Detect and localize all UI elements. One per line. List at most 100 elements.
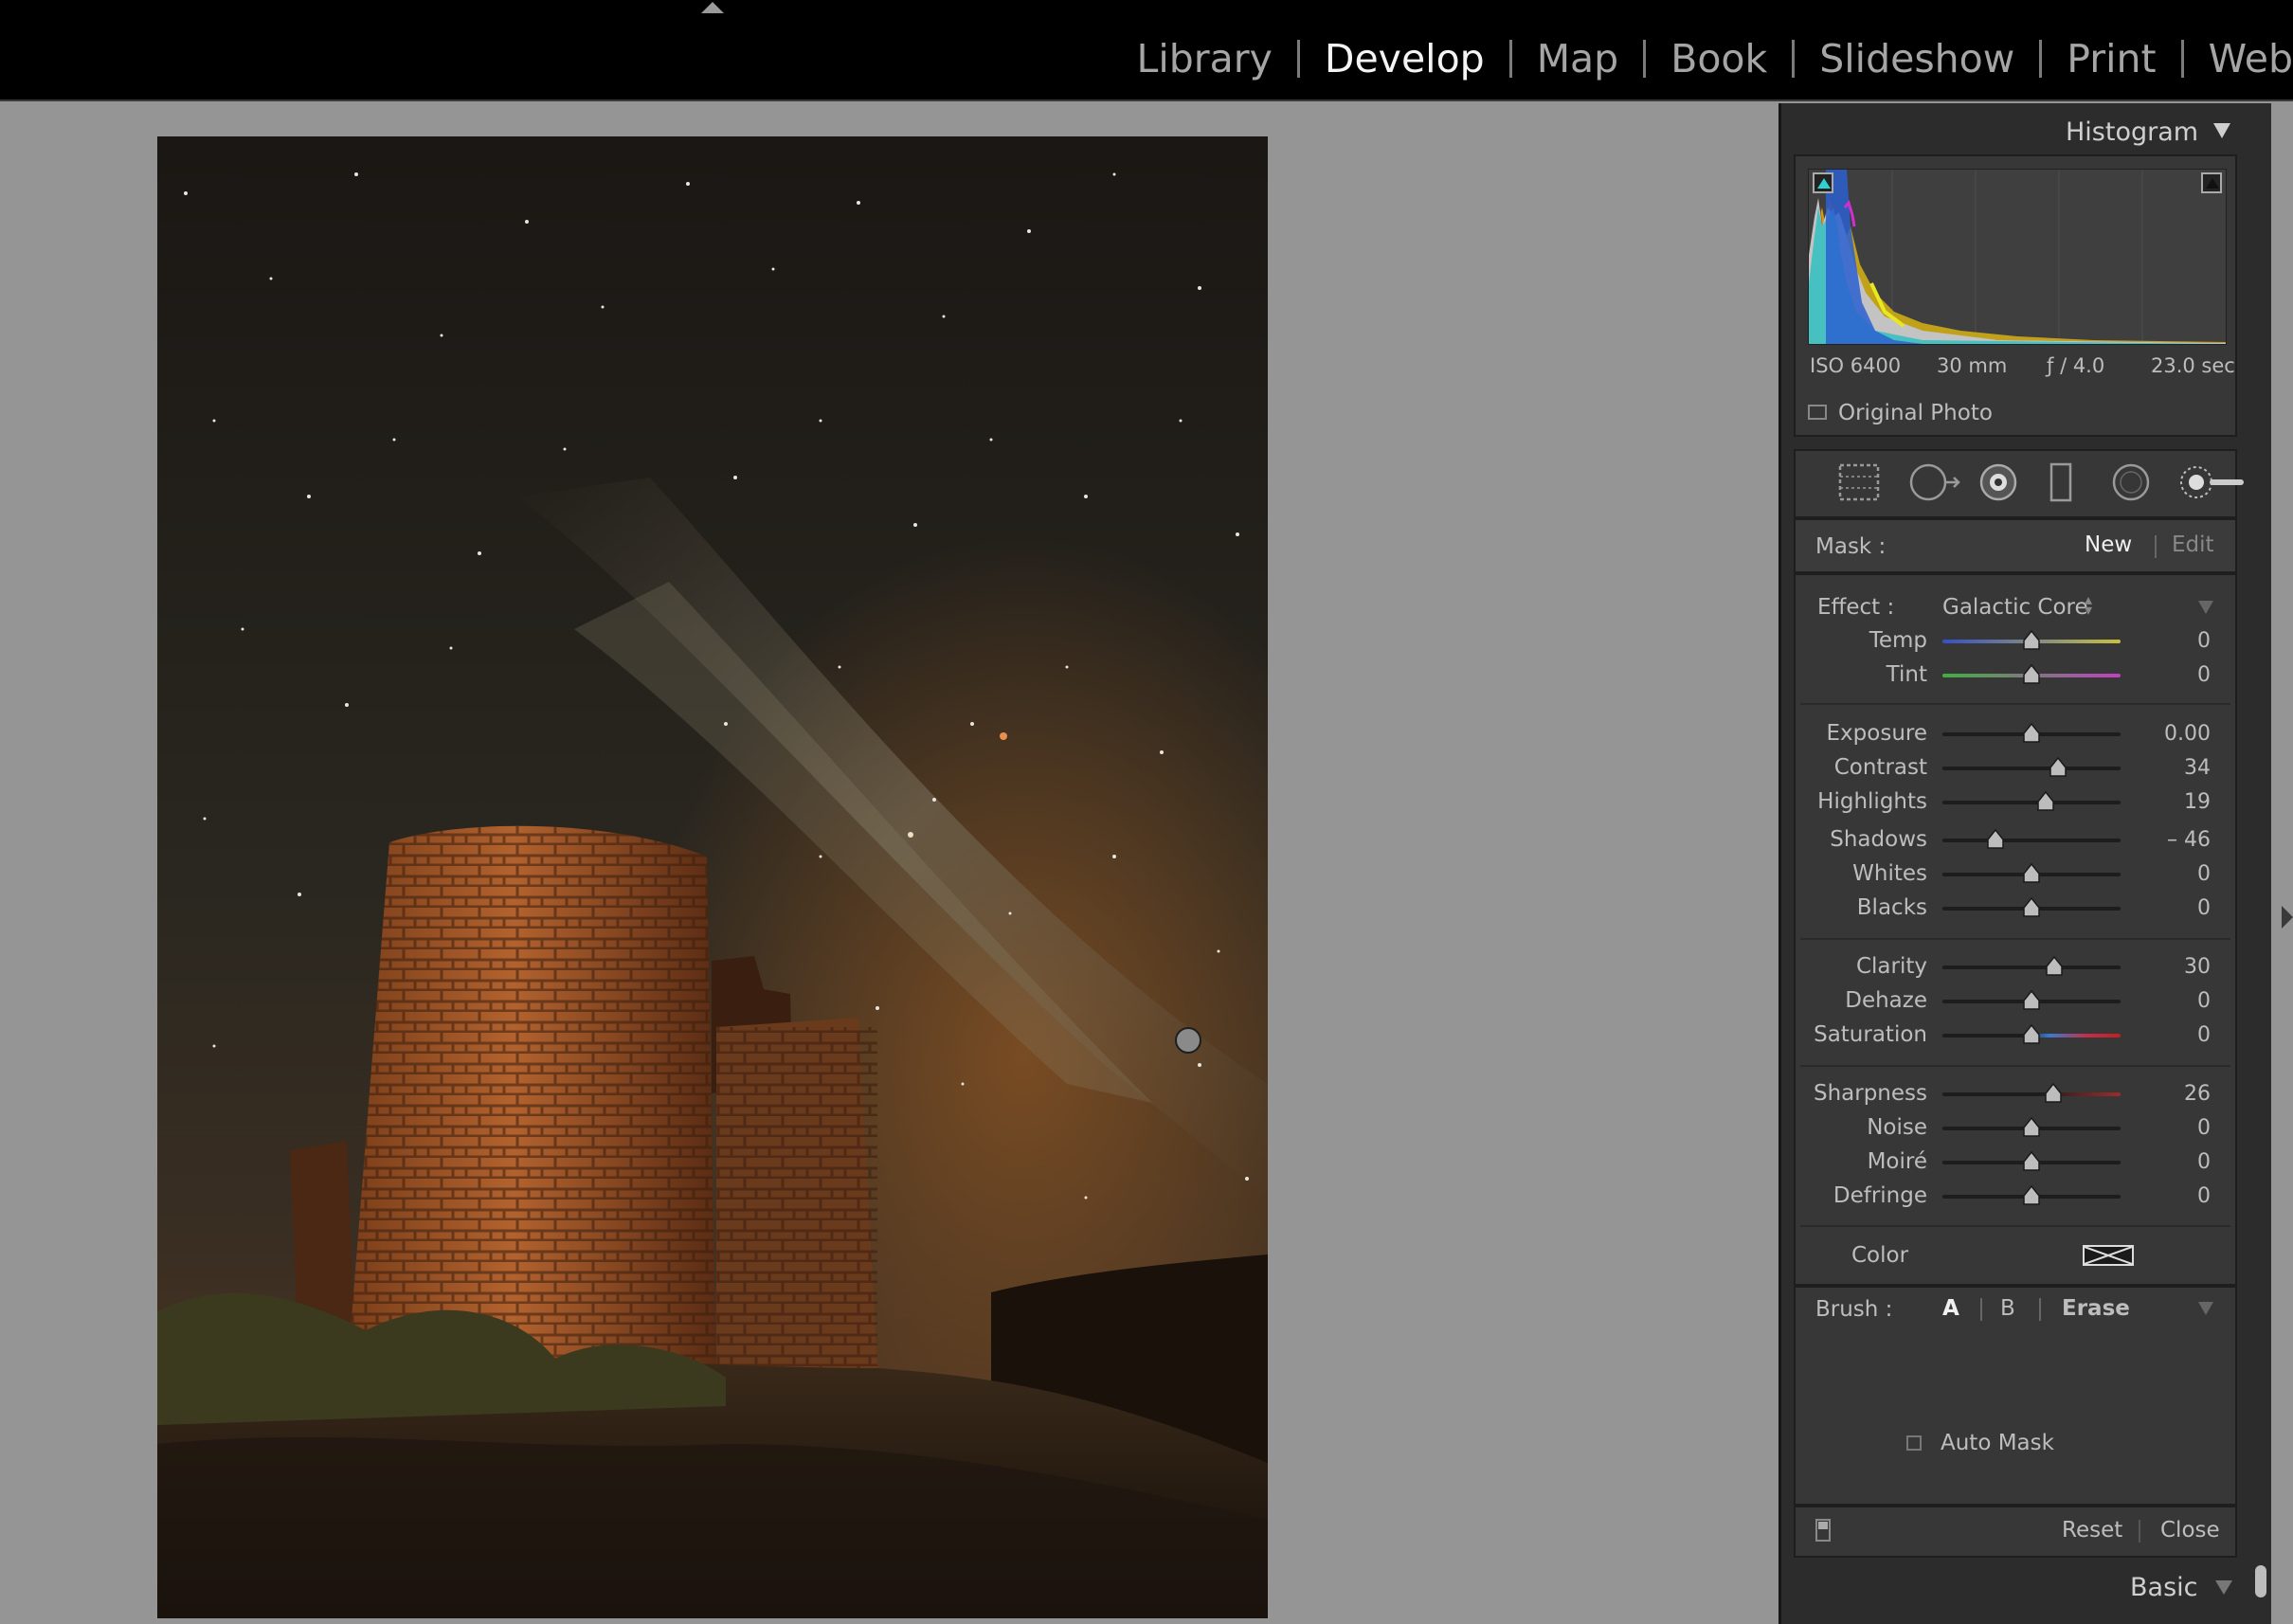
tint-label: Tint <box>1886 662 1927 687</box>
original-photo-label[interactable]: Original Photo <box>1838 401 1993 425</box>
effect-label: Effect : <box>1817 595 1895 620</box>
slider-group-divider <box>1800 1065 2230 1067</box>
clarity-slider-track[interactable] <box>1942 965 2121 969</box>
shadows-slider-track[interactable] <box>1942 839 2121 842</box>
effect-dropdown-chevron-icon[interactable]: ▴ ▾ <box>2085 592 2092 618</box>
moir--label: Moiré <box>1867 1149 1927 1174</box>
module-tab-develop[interactable]: Develop <box>1325 36 1485 81</box>
shadows-value[interactable]: – 46 <box>2135 828 2211 852</box>
tint-slider-thumb[interactable] <box>2022 663 2040 684</box>
contrast-value[interactable]: 34 <box>2135 756 2211 780</box>
whites-value[interactable]: 0 <box>2135 862 2211 886</box>
highlights-label: Highlights <box>1817 789 1927 814</box>
mask-new-button[interactable]: New <box>2085 532 2132 557</box>
histogram-title[interactable]: Histogram <box>2066 117 2198 147</box>
effect-preset-dropdown[interactable]: Galactic Core <box>1942 595 2088 620</box>
exposure-label: Exposure <box>1826 721 1927 746</box>
graduated-filter-icon[interactable] <box>2042 461 2080 507</box>
basic-collapse-icon[interactable] <box>2215 1580 2232 1595</box>
shutter-readout: 23.0 sec <box>2151 354 2235 377</box>
sharpness-value[interactable]: 26 <box>2135 1082 2211 1106</box>
slider-group-divider <box>1800 703 2230 705</box>
panel-scrollbar[interactable] <box>2255 1565 2266 1597</box>
highlights-slider-thumb[interactable] <box>2036 790 2054 811</box>
contrast-slider-track[interactable] <box>1942 767 2121 770</box>
reset-button[interactable]: Reset <box>2062 1518 2122 1543</box>
histogram-collapse-icon[interactable] <box>2213 123 2230 138</box>
exposure-value[interactable]: 0.00 <box>2135 722 2211 746</box>
radial-filter-icon[interactable] <box>2107 461 2155 507</box>
saturation-slider-thumb[interactable] <box>2022 1023 2040 1044</box>
brush-erase-button[interactable]: Erase <box>2062 1296 2130 1321</box>
auto-mask-label[interactable]: Auto Mask <box>1941 1431 2054 1455</box>
shadows-slider-thumb[interactable] <box>1986 828 2005 849</box>
defringe-slider-thumb[interactable] <box>2022 1184 2040 1205</box>
module-tab-library[interactable]: Library <box>1137 36 1273 81</box>
module-separator <box>1643 40 1647 78</box>
temp-value[interactable]: 0 <box>2135 629 2211 653</box>
exposure-slider-thumb[interactable] <box>2022 722 2040 743</box>
whites-slider-thumb[interactable] <box>2022 862 2040 883</box>
whites-label: Whites <box>1852 861 1927 886</box>
moir--slider-thumb[interactable] <box>2022 1150 2040 1171</box>
saturation-value[interactable]: 0 <box>2135 1023 2211 1047</box>
slider-group-divider <box>1800 1225 2230 1227</box>
mask-edit-button[interactable]: Edit <box>2172 532 2214 557</box>
adjustment-brush-icon[interactable] <box>2176 461 2248 507</box>
close-button[interactable]: Close <box>2160 1518 2220 1543</box>
highlights-value[interactable]: 19 <box>2135 790 2211 814</box>
module-separator <box>1508 40 1512 78</box>
mask-overlay-toggle-icon[interactable] <box>1815 1519 1831 1542</box>
sharpness-slider-thumb[interactable] <box>2044 1082 2062 1103</box>
clarity-slider-thumb[interactable] <box>2045 955 2064 976</box>
brush-b-button[interactable]: B <box>2000 1296 2015 1321</box>
dehaze-value[interactable]: 0 <box>2135 989 2211 1013</box>
shadow-clipping-icon[interactable] <box>1813 172 1833 193</box>
auto-mask-checkbox[interactable] <box>1906 1435 1922 1451</box>
contrast-slider-thumb[interactable] <box>2049 756 2067 777</box>
highlights-slider-track[interactable] <box>1942 801 2121 804</box>
temp-slider-thumb[interactable] <box>2022 629 2040 650</box>
red-eye-icon[interactable] <box>1975 461 2022 507</box>
module-tab-web[interactable]: Web <box>2209 36 2293 81</box>
noise-value[interactable]: 0 <box>2135 1116 2211 1140</box>
top-panel-toggle-icon[interactable] <box>701 2 724 13</box>
effect-collapse-icon[interactable] <box>2198 601 2213 614</box>
moir--value[interactable]: 0 <box>2135 1150 2211 1174</box>
mask-separator <box>2155 535 2157 558</box>
module-tab-book[interactable]: Book <box>1670 36 1767 81</box>
brush-separator-2 <box>2039 1298 2041 1321</box>
brush-a-button[interactable]: A <box>1942 1296 1959 1321</box>
crop-overlay-icon[interactable] <box>1835 461 1883 507</box>
spot-removal-icon[interactable] <box>1905 461 1962 507</box>
module-tab-print[interactable]: Print <box>2067 36 2156 81</box>
aperture-readout: ƒ / 4.0 <box>2047 354 2105 377</box>
focal-length-readout: 30 mm <box>1937 354 2008 377</box>
basic-panel-header[interactable]: Basic <box>2130 1573 2197 1602</box>
color-swatch-none[interactable] <box>2083 1245 2134 1266</box>
photo-preview[interactable] <box>157 136 1268 1618</box>
module-separator <box>1792 40 1796 78</box>
original-photo-checkbox[interactable] <box>1808 405 1827 420</box>
right-panel-edge <box>2271 103 2293 1624</box>
blacks-value[interactable]: 0 <box>2135 896 2211 920</box>
module-tab-slideshow[interactable]: Slideshow <box>1819 36 2014 81</box>
histogram-graph[interactable] <box>1808 169 2227 345</box>
blacks-slider-thumb[interactable] <box>2022 896 2040 917</box>
noise-slider-thumb[interactable] <box>2022 1116 2040 1137</box>
dehaze-slider-thumb[interactable] <box>2022 989 2040 1010</box>
right-panel-toggle-icon[interactable] <box>2282 906 2293 929</box>
tint-value[interactable]: 0 <box>2135 663 2211 687</box>
brush-separator-1 <box>1980 1298 1982 1321</box>
defringe-value[interactable]: 0 <box>2135 1184 2211 1208</box>
module-tab-map[interactable]: Map <box>1537 36 1619 81</box>
slider-group-divider <box>1800 938 2230 940</box>
saturation-label: Saturation <box>1814 1022 1927 1047</box>
sharpness-slider-track[interactable] <box>1942 1092 2121 1096</box>
module-separator <box>1296 40 1300 78</box>
module-picker-bar: Library Develop Map Book Slideshow Print Web <box>0 0 2293 101</box>
sharpness-label: Sharpness <box>1813 1081 1927 1106</box>
clarity-value[interactable]: 30 <box>2135 955 2211 979</box>
brush-collapse-icon[interactable] <box>2198 1302 2213 1315</box>
highlight-clipping-icon[interactable] <box>2201 172 2222 193</box>
